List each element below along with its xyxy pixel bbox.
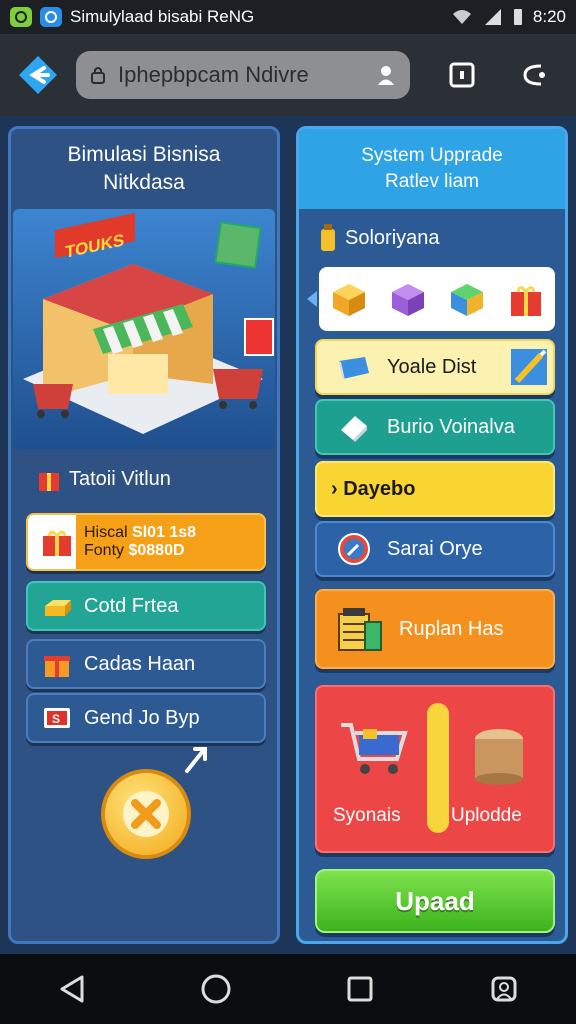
- badge-text: S: [52, 712, 60, 726]
- pencil-icon: [511, 349, 547, 385]
- gift-button[interactable]: Cadas Haan: [26, 639, 266, 689]
- cart-icon: [213, 369, 263, 409]
- nav-home-button[interactable]: [194, 967, 238, 1011]
- lock-icon: [91, 67, 105, 84]
- signal-icon: [484, 9, 501, 25]
- gold-bars-icon: [40, 589, 74, 623]
- url-bar[interactable]: Iphepbpcam Ndivre: [76, 51, 410, 99]
- nav-assistant-button[interactable]: [482, 967, 526, 1011]
- box-icon[interactable]: [329, 280, 369, 318]
- bottle-icon: [321, 224, 335, 251]
- game-area: Bimulasi Bisnisa Nitkdasa TOUKS Tatoii V…: [0, 116, 576, 954]
- book-icon: [335, 348, 373, 386]
- business-panel: Bimulasi Bisnisa Nitkdasa TOUKS Tatoii V…: [8, 126, 280, 944]
- panel-header: System Upprade Ratlev liam: [299, 129, 565, 209]
- back-icon: [60, 975, 84, 1003]
- upgrade-option-5[interactable]: Ruplan Has: [315, 589, 555, 669]
- wifi-icon: [452, 10, 471, 24]
- assistant-icon: [491, 976, 517, 1002]
- gift-icon: [40, 525, 74, 559]
- browser-toolbar: Iphepbpcam Ndivre: [0, 34, 576, 116]
- upgrade-divider: [427, 703, 449, 833]
- close-icon: [123, 791, 169, 837]
- battery-icon: [513, 9, 522, 25]
- store-illustration[interactable]: TOUKS: [13, 209, 275, 449]
- tabs-button[interactable]: [440, 53, 484, 97]
- nav-recents-button[interactable]: [338, 967, 382, 1011]
- register-icon: [335, 604, 385, 654]
- upgrade-option-1[interactable]: Yoale Dist: [315, 339, 555, 395]
- nav-back-button[interactable]: [50, 967, 94, 1011]
- upgrade-button[interactable]: Upaad: [315, 869, 555, 933]
- purple-box-icon[interactable]: [388, 280, 428, 318]
- item-tray: [319, 267, 555, 331]
- scroll-left-icon[interactable]: [307, 291, 317, 307]
- gift-icon: [40, 647, 74, 681]
- stats-card[interactable]: Hiscal Sl01 1s8 Fonty $0880D: [26, 513, 266, 571]
- arrow-icon: [185, 747, 207, 773]
- upgrade-option-4[interactable]: Sarai Orye: [315, 521, 555, 577]
- section-heading: Tatoii Vitlun: [37, 465, 171, 493]
- back-arrow-icon: [19, 56, 57, 94]
- person-icon[interactable]: [376, 64, 396, 86]
- upgrade-comparison-card: Syonais Uplodde: [315, 685, 555, 853]
- gift-icon[interactable]: [506, 280, 546, 318]
- navigation-bar: [0, 954, 576, 1024]
- cart-icon: [341, 723, 408, 774]
- status-title: Simulylaad bisabi ReNG: [70, 7, 255, 26]
- clock: 8:20: [532, 7, 566, 26]
- section-heading: Soloriyana: [319, 223, 440, 253]
- compass-icon: [335, 530, 373, 568]
- browser-app-icon: [40, 7, 62, 27]
- upgrade-panel: System Upprade Ratlev liam Soloriyana Yo…: [296, 126, 568, 944]
- upgrade-option-3[interactable]: › Dayebo: [315, 461, 555, 517]
- recents-icon: [347, 976, 373, 1002]
- tabs-icon: [449, 62, 475, 88]
- cash-button[interactable]: S Gend Jo Byp: [26, 693, 266, 743]
- gift-icon: [39, 473, 59, 491]
- cash-icon: S: [40, 701, 74, 735]
- url-text: Iphepbpcam Ndivre: [118, 62, 309, 87]
- share-button[interactable]: [512, 53, 556, 97]
- box-icon: [475, 729, 523, 785]
- cart-icon: [33, 384, 73, 418]
- stats-text: Hiscal Sl01 1s8 Fonty $0880D: [84, 524, 197, 559]
- app-icon: [10, 7, 32, 27]
- next-level-label: Uplodde: [451, 805, 522, 826]
- back-button[interactable]: [14, 51, 62, 99]
- cube-icon[interactable]: [447, 280, 487, 318]
- share-icon: [523, 64, 545, 86]
- close-button[interactable]: [101, 769, 191, 859]
- gold-button[interactable]: Cotd Frtea: [26, 581, 266, 631]
- status-bar: Simulylaad bisabi ReNG 8:20: [0, 0, 576, 34]
- panel-title: Bimulasi Bisnisa Nitkdasa: [67, 143, 221, 194]
- current-level-label: Syonais: [333, 805, 401, 826]
- home-icon: [201, 974, 231, 1004]
- upgrade-option-2[interactable]: Burio Voinalva: [315, 399, 555, 455]
- paper-icon: [335, 408, 373, 446]
